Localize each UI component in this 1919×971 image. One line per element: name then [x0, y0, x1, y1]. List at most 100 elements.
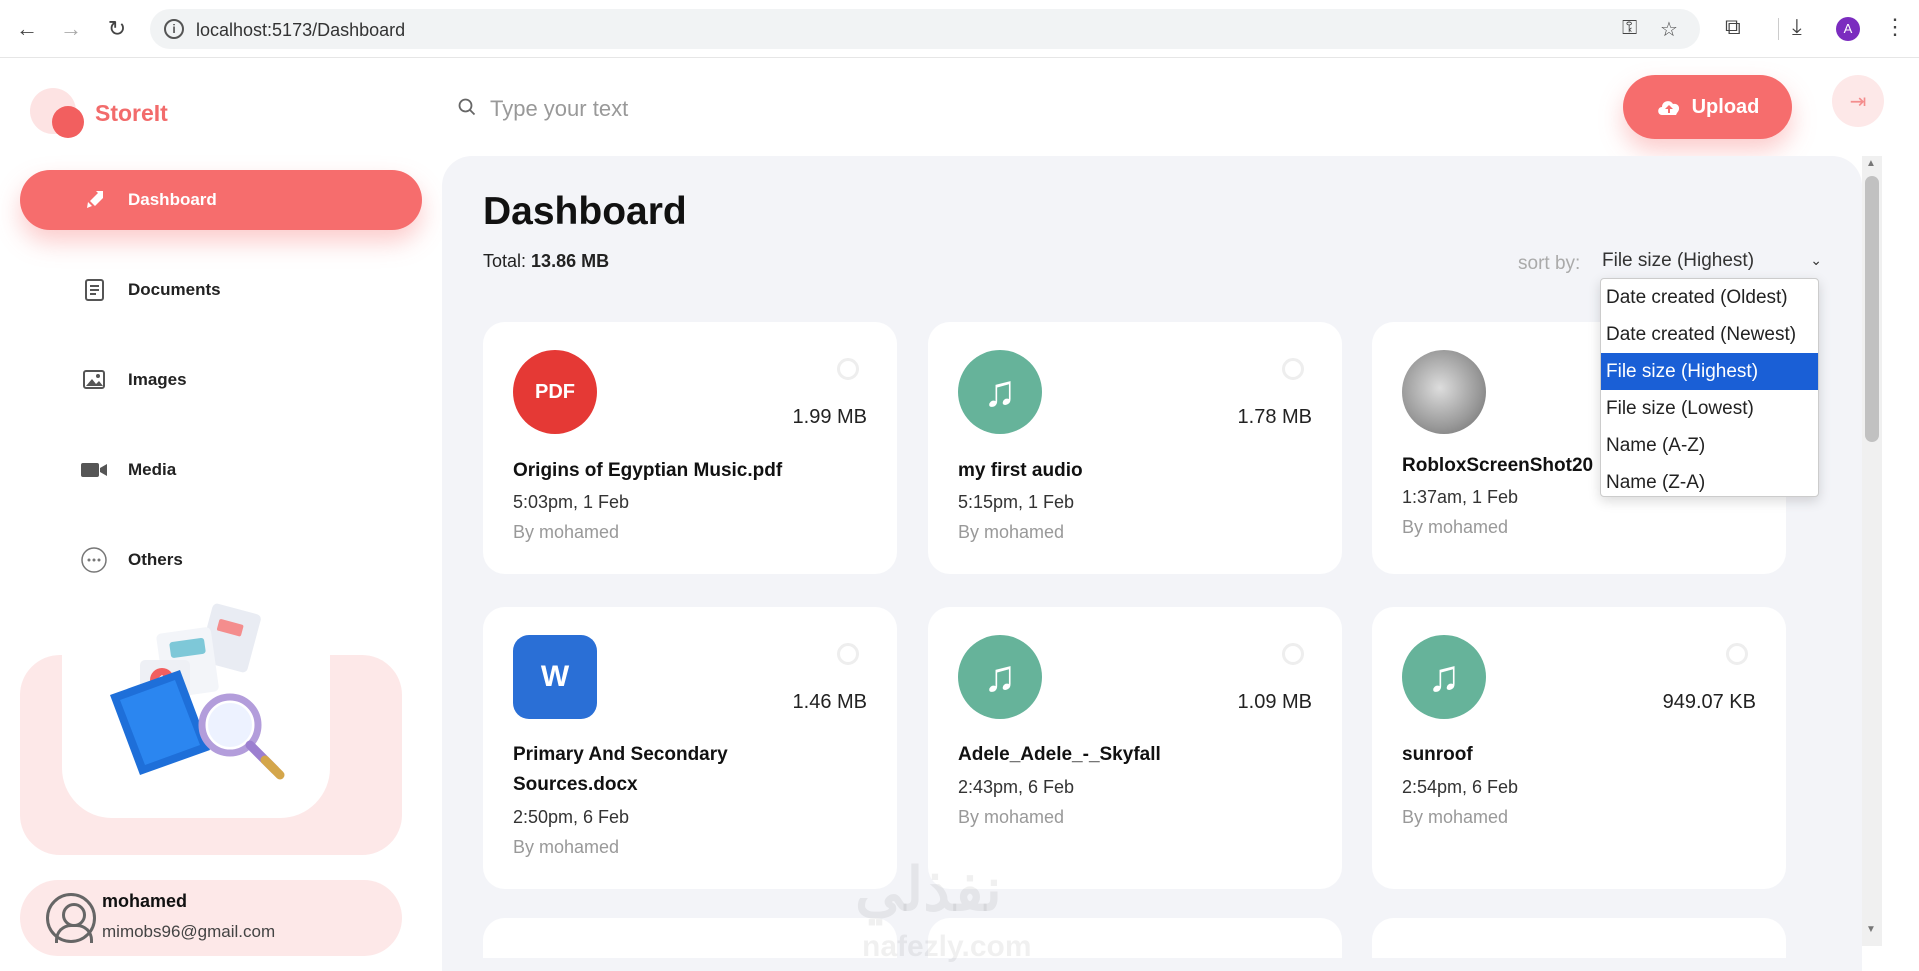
sort-option[interactable]: Name (Z-A): [1601, 464, 1818, 501]
file-size: 1.46 MB: [792, 691, 867, 713]
address-bar[interactable]: i localhost:5173/Dashboard ⚿ ☆: [150, 9, 1700, 49]
sort-option-selected[interactable]: File size (Highest): [1601, 353, 1818, 390]
sort-option[interactable]: Name (A-Z): [1601, 427, 1818, 464]
logo-circle-front: [52, 106, 84, 138]
file-card[interactable]: ♫ 949.07 KB sunroof 2:54pm, 6 Feb By moh…: [1372, 607, 1786, 889]
card-menu-icon[interactable]: [837, 643, 859, 665]
file-size: 949.07 KB: [1662, 691, 1756, 713]
app-name[interactable]: StoreIt: [95, 100, 168, 127]
profile-avatar[interactable]: A: [1836, 17, 1860, 41]
file-owner: By mohamed: [1402, 807, 1509, 827]
rocket-icon: [80, 186, 108, 214]
sort-option[interactable]: Date created (Oldest): [1601, 279, 1818, 316]
user-name: mohamed: [102, 891, 188, 911]
sidebar-item-label: Dashboard: [128, 190, 217, 209]
extensions-icon[interactable]: ⧉: [1725, 14, 1741, 40]
sort-dropdown[interactable]: Date created (Oldest) Date created (Newe…: [1600, 278, 1819, 497]
file-owner: By mohamed: [1402, 517, 1509, 537]
file-name: Adele_Adele_-_Skyfall: [958, 744, 1161, 765]
star-icon[interactable]: ☆: [1660, 17, 1678, 42]
watermark-sub: nafezly.com: [862, 930, 1032, 963]
sort-option[interactable]: Date created (Newest): [1601, 316, 1818, 353]
file-name: sunroof: [1402, 744, 1473, 765]
file-date: 1:37am, 1 Feb: [1402, 487, 1519, 507]
image-thumbnail: [1402, 350, 1486, 434]
word-file-icon: W: [513, 635, 597, 719]
sidebar-item-label: Media: [128, 460, 177, 479]
sidebar-item-others[interactable]: Others: [20, 530, 422, 590]
file-owner: By mohamed: [513, 522, 620, 542]
file-card[interactable]: [483, 918, 897, 958]
sidebar-item-media[interactable]: Media: [20, 440, 422, 500]
sort-select[interactable]: File size (Highest) ⌄: [1602, 250, 1822, 276]
sidebar-item-documents[interactable]: Documents: [20, 260, 422, 320]
upload-button[interactable]: Upload: [1623, 75, 1792, 139]
video-camera-icon: [80, 456, 108, 484]
file-name: my first audio: [958, 460, 1083, 481]
page-title: Dashboard: [483, 190, 687, 233]
browser-menu-icon[interactable]: ⋮: [1884, 14, 1906, 40]
audio-file-icon: ♫: [958, 350, 1042, 434]
address-url[interactable]: localhost:5173/Dashboard: [196, 20, 405, 41]
file-size: 1.78 MB: [1237, 406, 1312, 428]
documents-icon: [80, 276, 108, 304]
file-date: 5:15pm, 1 Feb: [958, 492, 1075, 512]
file-size: 1.09 MB: [1237, 691, 1312, 713]
chevron-down-icon: ⌄: [1810, 252, 1822, 268]
user-email: mimobs96@gmail.com: [102, 922, 276, 941]
browser-toolbar: ← → ↻ i localhost:5173/Dashboard ⚿ ☆ ⧉ ⤓…: [0, 0, 1919, 58]
cloud-upload-icon: [1657, 101, 1679, 115]
total-storage: Total: 13.86 MB: [483, 251, 609, 272]
key-icon[interactable]: ⚿: [1622, 17, 1637, 40]
audio-file-icon: ♫: [958, 635, 1042, 719]
logout-button[interactable]: ⇥: [1832, 75, 1884, 127]
user-avatar-icon: [46, 893, 96, 943]
file-size: 1.99 MB: [792, 406, 867, 428]
file-card[interactable]: W 1.46 MB Primary And Secondary Sources.…: [483, 607, 897, 889]
audio-file-icon: ♫: [1402, 635, 1486, 719]
file-card[interactable]: [1372, 918, 1786, 958]
scroll-down-arrow-icon[interactable]: ▼: [1866, 924, 1876, 935]
card-menu-icon[interactable]: [1282, 643, 1304, 665]
total-label: Total:: [483, 251, 527, 271]
file-card[interactable]: ♫ 1.78 MB my first audio 5:15pm, 1 Feb B…: [928, 322, 1342, 574]
file-date: 2:54pm, 6 Feb: [1402, 777, 1519, 797]
card-menu-icon[interactable]: [837, 358, 859, 380]
logout-icon: ⇥: [1849, 90, 1867, 113]
site-info-icon[interactable]: i: [164, 19, 184, 39]
watermark: نفذلي: [855, 856, 1002, 923]
card-menu-icon[interactable]: [1282, 358, 1304, 380]
scrollbar-thumb[interactable]: [1865, 176, 1879, 442]
folder-search-illustration: [110, 603, 285, 780]
app-logo[interactable]: [30, 88, 85, 143]
file-owner: By mohamed: [958, 807, 1065, 827]
sidebar-item-images[interactable]: Images: [20, 350, 422, 410]
upload-label: Upload: [1691, 95, 1760, 118]
toolbar-divider: [1778, 18, 1779, 40]
search-input[interactable]: [490, 94, 1090, 124]
total-value: 13.86 MB: [531, 251, 610, 271]
sort-option[interactable]: File size (Lowest): [1601, 390, 1818, 427]
file-name: Origins of Egyptian Music.pdf: [513, 460, 783, 481]
sidebar-item-label: Others: [128, 550, 183, 569]
file-name: Primary And Secondary Sources.docx: [513, 744, 728, 795]
download-icon[interactable]: ⤓: [1792, 14, 1802, 40]
file-date: 2:50pm, 6 Feb: [513, 807, 630, 827]
file-card[interactable]: PDF 1.99 MB Origins of Egyptian Music.pd…: [483, 322, 897, 574]
sidebar-item-dashboard[interactable]: Dashboard: [20, 170, 422, 230]
search-icon: [458, 98, 476, 116]
card-menu-icon[interactable]: [1726, 643, 1748, 665]
file-date: 5:03pm, 1 Feb: [513, 492, 630, 512]
scroll-up-arrow-icon[interactable]: ▲: [1866, 158, 1876, 169]
sort-label: sort by:: [1518, 253, 1581, 274]
reload-icon[interactable]: ↻: [102, 14, 132, 44]
images-icon: [80, 366, 108, 394]
pdf-file-icon: PDF: [513, 350, 597, 434]
file-owner: By mohamed: [958, 522, 1065, 542]
forward-icon[interactable]: →: [56, 14, 86, 44]
back-icon[interactable]: ←: [12, 14, 42, 44]
sort-selected-value: File size (Highest): [1602, 250, 1755, 271]
sidebar-item-label: Images: [128, 370, 187, 389]
sidebar-item-label: Documents: [128, 280, 221, 299]
file-card[interactable]: ♫ 1.09 MB Adele_Adele_-_Skyfall 2:43pm, …: [928, 607, 1342, 889]
